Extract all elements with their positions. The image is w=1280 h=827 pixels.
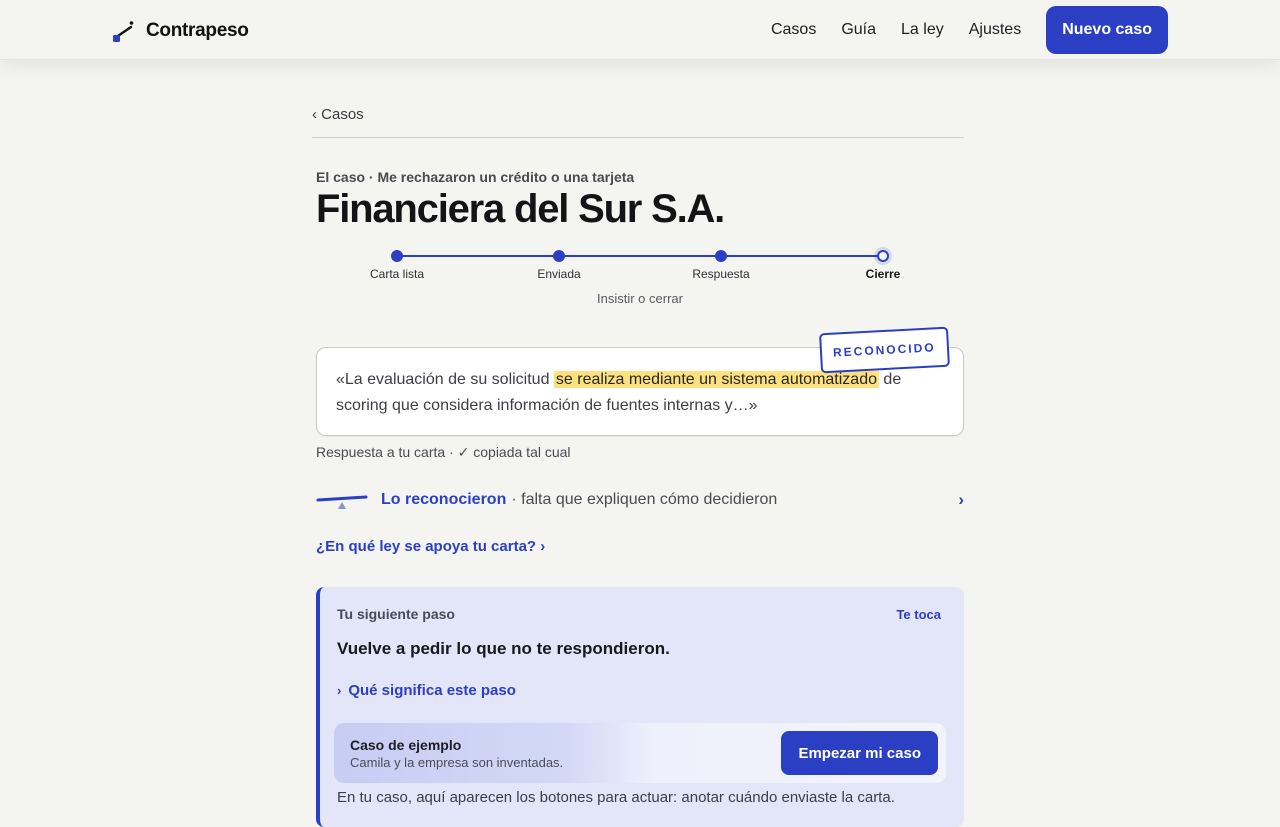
page-title: Financiera del Sur S.A.: [316, 187, 725, 231]
quote-meta: Respuesta a tu carta · ✓ copiada tal cua…: [316, 444, 571, 460]
step-current-dot: [877, 250, 889, 262]
example-subtitle: Camila y la empresa son inventadas.: [350, 755, 564, 770]
brand-name: Contrapeso: [146, 20, 249, 41]
step-cierre: Cierre: [823, 246, 943, 281]
brand-logo-link[interactable]: Contrapeso: [112, 17, 249, 45]
step-explainer-toggle[interactable]: › Qué significa este paso: [337, 682, 516, 699]
next-step-title: Vuelve a pedir lo que no te respondieron…: [337, 639, 670, 658]
finding-row[interactable]: Lo reconocieron · falta que expliquen có…: [316, 485, 964, 515]
step-label: Cierre: [865, 267, 901, 281]
finding-detail: · falta que expliquen cómo decidieron: [511, 491, 778, 508]
stepper-line: [397, 255, 883, 257]
case-eyebrow: El caso · Me rechazaron un crédito o una…: [316, 169, 635, 185]
quote-highlight: se realiza mediante un sistema automatiz…: [553, 371, 879, 388]
chevron-right-icon: ›: [337, 683, 342, 698]
step-done-dot: [553, 250, 565, 262]
seesaw-logo-icon: [113, 21, 134, 42]
nav-ajustes[interactable]: Ajustes: [969, 21, 1021, 39]
step-label: Enviada: [537, 267, 581, 281]
back-to-cases-link[interactable]: ‹ Casos: [312, 106, 364, 123]
step-explainer-label: Qué significa este paso: [348, 682, 516, 699]
start-my-case-button[interactable]: Empezar mi caso: [781, 731, 938, 775]
nav-guia[interactable]: Guía: [841, 21, 876, 39]
next-step-footer: En tu caso, aquí aparecen los botones pa…: [337, 789, 895, 806]
response-quote-card: «La evaluación de su solicitud se realiz…: [316, 326, 964, 436]
example-title: Caso de ejemplo: [350, 737, 462, 753]
your-turn-badge: Te toca: [896, 607, 941, 622]
balance-scale-icon: [316, 495, 368, 509]
finding-title: Lo reconocieron: [381, 491, 507, 508]
law-basis-link[interactable]: ¿En qué ley se apoya tu carta? ›: [316, 538, 545, 555]
stepper-subtitle: Insistir o cerrar: [597, 291, 683, 306]
step-label: Carta lista: [369, 267, 425, 281]
top-bar: Contrapeso Casos Guía La ley Ajustes Nue…: [0, 0, 1280, 60]
divider: [312, 137, 964, 138]
main-nav: Casos Guía La ley Ajustes Nuevo caso: [771, 6, 1168, 54]
step-enviada: Enviada: [499, 246, 619, 281]
step-label: Respuesta: [692, 267, 750, 281]
step-done-dot: [391, 250, 403, 262]
step-respuesta: Respuesta: [661, 246, 781, 281]
new-case-button[interactable]: Nuevo caso: [1046, 6, 1168, 54]
next-step-eyebrow: Tu siguiente paso: [337, 606, 455, 622]
recognized-stamp: RECONOCIDO: [819, 326, 950, 374]
quote-text-before: «La evaluación de su solicitud: [336, 371, 554, 388]
nav-casos[interactable]: Casos: [771, 21, 816, 39]
step-carta-lista: Carta lista: [337, 246, 457, 281]
next-step-panel: Tu siguiente paso Te toca Vuelve a pedir…: [316, 587, 964, 827]
chevron-right-icon: ›: [958, 490, 964, 509]
step-done-dot: [715, 250, 727, 262]
nav-la-ley[interactable]: La ley: [901, 21, 944, 39]
progress-stepper: Carta lista Enviada Respuesta Cierre: [316, 246, 964, 286]
example-case-banner: Caso de ejemplo Camila y la empresa son …: [334, 723, 946, 783]
